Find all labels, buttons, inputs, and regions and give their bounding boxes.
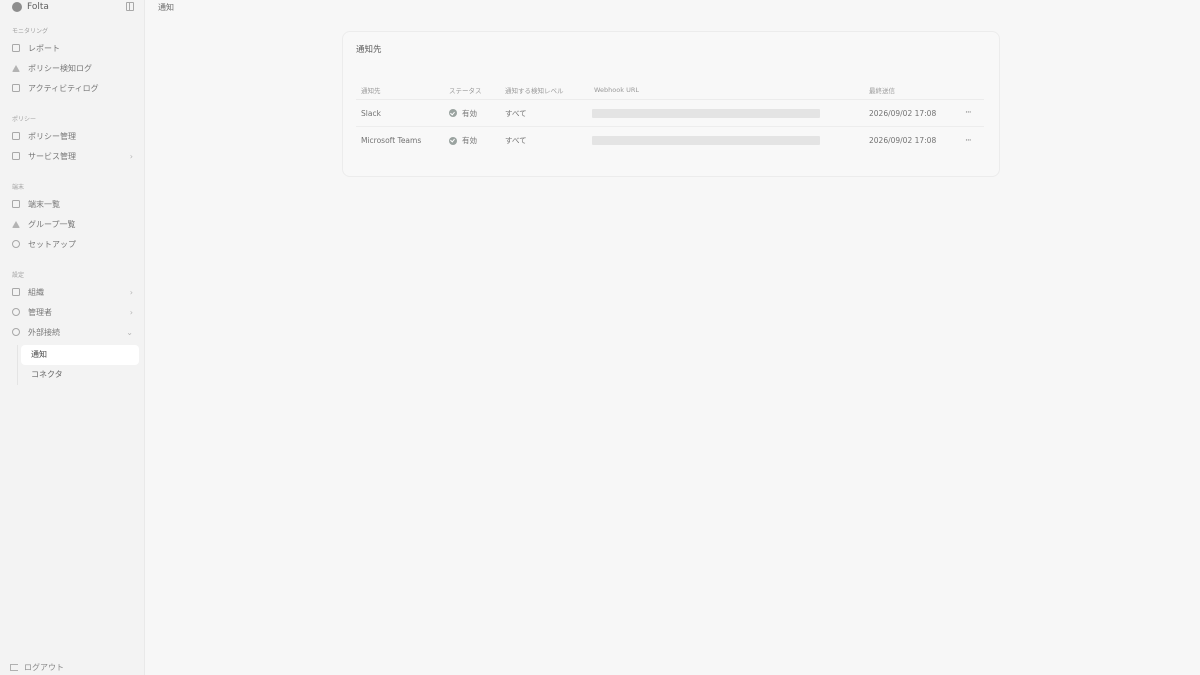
- monitor-icon: [12, 200, 20, 208]
- brand-logo-icon: [12, 2, 22, 12]
- page-title: 通知: [158, 3, 174, 12]
- column-header-level: 通知する検知レベル: [505, 86, 564, 95]
- sidebar-item-policy-log[interactable]: ポリシー検知ログ: [0, 58, 145, 78]
- subnav-item-notifications[interactable]: 通知: [21, 345, 139, 365]
- main-content: 通知 通知先 通知先 ステータス 通知する検知レベル Webhook URL 最…: [145, 0, 1200, 675]
- status-label: 有効: [462, 108, 477, 118]
- brand: Folta: [12, 0, 134, 14]
- sidebar-item-label: グループ一覧: [28, 219, 76, 229]
- plug-icon: [12, 328, 20, 336]
- table-row[interactable]: Microsoft Teams 有効 すべて 2026/09/02 17:08 …: [356, 127, 984, 154]
- webhook-url-masked: [592, 108, 820, 118]
- sidebar-item-setup[interactable]: セットアップ: [0, 234, 145, 254]
- card-title: 通知先: [356, 45, 382, 55]
- nav-section-settings: 設定 組織 › 管理者 › 外部接続 ⌄: [0, 270, 145, 342]
- sidebar-item-label: 管理者: [28, 307, 52, 317]
- wrench-icon: [12, 240, 20, 248]
- sidebar-item-label: 外部接続: [28, 327, 60, 337]
- column-header-target: 通知先: [361, 86, 381, 95]
- column-header-status: ステータス: [449, 86, 482, 95]
- sidebar-item-label: 端末一覧: [28, 199, 60, 209]
- nav-heading: モニタリング: [12, 28, 49, 35]
- sidebar-item-label: アクティビティログ: [28, 83, 99, 93]
- chevron-right-icon: ›: [129, 151, 133, 161]
- status-badge: 有効: [449, 108, 477, 119]
- detection-level: すべて: [505, 136, 527, 145]
- subnav-item-connectors[interactable]: コネクタ: [21, 365, 139, 385]
- sidebar-item-label: レポート: [28, 43, 60, 53]
- sidebar-item-admins[interactable]: 管理者 ›: [0, 302, 145, 322]
- shield-icon: [12, 132, 20, 140]
- sidebar-item-label: セットアップ: [28, 239, 76, 249]
- logout-label: ログアウト: [24, 663, 64, 672]
- sidebar-item-service-management[interactable]: サービス管理 ›: [0, 146, 145, 166]
- check-circle-icon: [449, 136, 457, 145]
- admin-icon: [12, 308, 20, 316]
- sidebar-item-label: 組織: [28, 287, 44, 297]
- alert-icon: [12, 64, 20, 72]
- chevron-right-icon: ›: [129, 287, 133, 297]
- target-name: Microsoft Teams: [361, 136, 422, 145]
- nav-heading: 端末: [12, 184, 25, 191]
- sidebar-item-policy-management[interactable]: ポリシー管理: [0, 126, 145, 146]
- sidebar-item-external-connections[interactable]: 外部接続 ⌄: [0, 322, 145, 342]
- logout-icon: [10, 664, 18, 671]
- activity-icon: [12, 84, 20, 92]
- server-icon: [12, 152, 20, 160]
- nav-heading: ポリシー: [12, 116, 37, 123]
- notification-targets-table: 通知先 ステータス 通知する検知レベル Webhook URL 最終送信 Sla…: [356, 80, 984, 154]
- logout-button[interactable]: ログアウト: [10, 662, 64, 673]
- brand-name: Folta: [27, 2, 49, 12]
- building-icon: [12, 288, 20, 296]
- nav-section-monitoring: モニタリング レポート ポリシー検知ログ アクティビティログ: [0, 26, 145, 98]
- sidebar-toggle-icon[interactable]: [126, 2, 134, 11]
- app-root: Folta モニタリング レポート ポリシー検知ログ アクティビティログ ポリシ…: [0, 0, 1200, 675]
- subnav-external-connections: 通知 コネクタ: [17, 345, 139, 385]
- check-circle-icon: [449, 109, 457, 117]
- sidebar-item-organization[interactable]: 組織 ›: [0, 282, 145, 302]
- detection-level: すべて: [505, 108, 527, 118]
- sidebar-item-devices[interactable]: 端末一覧: [0, 194, 145, 214]
- chevron-down-icon: ⌄: [126, 327, 133, 337]
- last-sent: 2026/09/02 17:08: [869, 108, 937, 118]
- last-sent: 2026/09/02 17:08: [869, 136, 937, 145]
- report-icon: [12, 44, 20, 52]
- nav-section-policy: ポリシー ポリシー管理 サービス管理 ›: [0, 114, 145, 166]
- sidebar-item-groups[interactable]: グループ一覧: [0, 214, 145, 234]
- nav-section-devices: 端末 端末一覧 グループ一覧 セットアップ: [0, 182, 145, 254]
- sidebar-item-label: ポリシー検知ログ: [28, 63, 92, 73]
- nav-heading: 設定: [12, 272, 25, 279]
- column-header-webhook-url: Webhook URL: [594, 85, 639, 94]
- group-icon: [12, 220, 20, 228]
- status-label: 有効: [462, 136, 477, 145]
- table-row[interactable]: Slack 有効 すべて 2026/09/02 17:08 ···: [356, 100, 984, 127]
- sidebar-item-label: ポリシー管理: [28, 131, 76, 141]
- webhook-url-masked: [592, 136, 820, 145]
- sidebar-item-activity-log[interactable]: アクティビティログ: [0, 78, 145, 98]
- target-name: Slack: [361, 108, 381, 118]
- sidebar-item-label: サービス管理: [28, 151, 76, 161]
- table-header: 通知先 ステータス 通知する検知レベル Webhook URL 最終送信: [356, 80, 984, 100]
- chevron-right-icon: ›: [129, 307, 133, 317]
- notification-targets-card: 通知先 通知先 ステータス 通知する検知レベル Webhook URL 最終送信…: [342, 31, 1000, 177]
- sidebar-item-report[interactable]: レポート: [0, 38, 145, 58]
- status-badge: 有効: [449, 135, 477, 146]
- more-actions-button[interactable]: ···: [965, 136, 972, 146]
- column-header-last-sent: 最終送信: [869, 86, 895, 95]
- more-actions-button[interactable]: ···: [965, 108, 972, 118]
- sidebar: Folta モニタリング レポート ポリシー検知ログ アクティビティログ ポリシ…: [0, 0, 145, 675]
